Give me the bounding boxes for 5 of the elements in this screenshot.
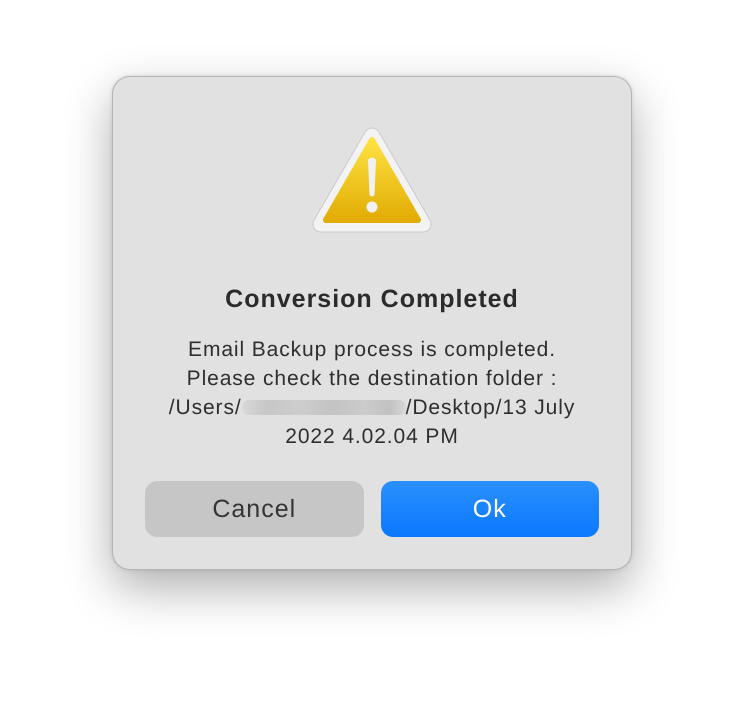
ok-button[interactable]: Ok [380,481,599,537]
cancel-button[interactable]: Cancel [145,481,364,537]
dialog-title: Conversion Completed [225,285,519,313]
message-text: Email Backup process is completed. Please check the destination folder : /Users/ /Desktop/13 July 2022 4.02.04 PM [168,337,576,450]
warning-icon [312,127,432,235]
